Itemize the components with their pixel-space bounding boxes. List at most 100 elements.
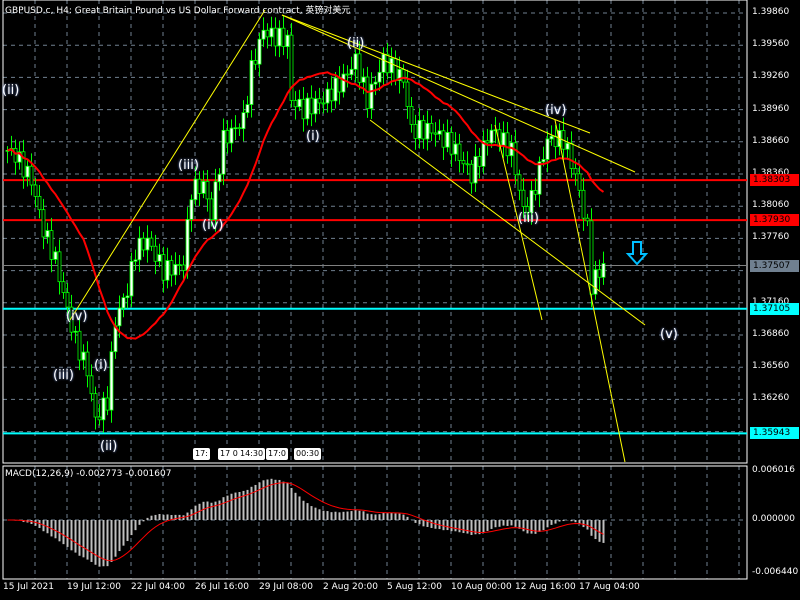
candle-bear (169, 260, 174, 276)
candle-bear (41, 209, 46, 238)
price-axis-label: 1.36260 (752, 393, 790, 404)
wave-label[interactable]: (iv) (66, 309, 87, 324)
candle-bull (217, 173, 222, 183)
candle-bull (537, 161, 542, 195)
time-marker[interactable]: 17:0 (266, 448, 288, 460)
time-marker[interactable]: 00:30 (294, 448, 322, 460)
candle-bear (433, 132, 438, 135)
time-axis-label: 17 Aug 04:00 (579, 582, 640, 592)
candle-bull (245, 104, 250, 114)
time-axis-label: 19 Jul 12:00 (67, 582, 121, 592)
candle-bear (573, 168, 578, 175)
candle-bear (505, 132, 510, 157)
candle-bull (305, 97, 310, 120)
time-axis-label: 10 Aug 00:00 (451, 582, 512, 592)
candle-bear (197, 178, 202, 194)
candle-bear (485, 140, 490, 144)
wave-label[interactable]: (ii) (2, 83, 19, 98)
candle-bull (81, 351, 86, 361)
candle-bull (261, 29, 266, 40)
candle-bear (413, 123, 418, 139)
macd-axis-label: 0.000000 (752, 514, 795, 524)
wave-label[interactable]: (iv) (545, 103, 566, 118)
main-pane-frame (2, 0, 748, 464)
candle-bull (277, 27, 282, 47)
candle-bull (201, 180, 206, 194)
candle-bear (553, 135, 558, 148)
candle-bull (121, 297, 126, 309)
macd-label: MACD(12,26,9) -0.002773 -0.001607 (5, 469, 172, 479)
time-axis-label: 26 Jul 16:00 (195, 582, 249, 592)
wave-label[interactable]: (ii) (100, 439, 117, 454)
price-axis-label: 1.38060 (752, 200, 790, 211)
time-marker[interactable]: 17: (193, 448, 210, 460)
candle-bull (549, 135, 554, 140)
wave-label[interactable]: (iii) (178, 158, 199, 173)
candle-bear (477, 156, 482, 167)
candle-bull (185, 219, 190, 271)
candle-bull (117, 307, 122, 327)
candle-bull (313, 98, 318, 115)
candle-bear (449, 132, 454, 155)
candle-bull (545, 138, 550, 160)
price-axis-label: 1.39860 (752, 7, 790, 17)
price-axis-label: 1.36860 (752, 329, 790, 339)
candle-bull (241, 112, 246, 130)
time-marker[interactable]: 17 0 (218, 448, 240, 460)
candle-bull (193, 178, 198, 201)
wave-label[interactable]: (i) (306, 129, 320, 144)
candle-bear (577, 173, 582, 191)
candle-bull (341, 73, 346, 93)
candle-bear (517, 174, 522, 191)
candle-bull (125, 295, 130, 299)
macd-axis-label: 0.006016 (752, 465, 795, 475)
candle-bear (65, 292, 70, 308)
candle-bear (457, 143, 462, 161)
time-axis-label: 22 Jul 04:00 (131, 582, 185, 592)
wave-label[interactable]: (i) (94, 358, 108, 373)
candle-bull (349, 68, 354, 76)
candle-bear (357, 53, 362, 83)
candle-bear (77, 330, 82, 361)
candle-bull (377, 71, 382, 83)
candle-bull (565, 142, 570, 150)
candle-bear (337, 77, 342, 93)
candle-bear (85, 351, 90, 377)
wave-label[interactable]: (iii) (518, 211, 539, 226)
time-axis-label: 12 Aug 16:00 (515, 582, 576, 592)
candle-bear (441, 130, 446, 148)
candle-bear (533, 190, 538, 195)
candle-bull (361, 76, 366, 83)
candle-bear (149, 237, 154, 247)
candle-bull (389, 57, 394, 74)
time-marker[interactable]: 14:30 (238, 448, 266, 460)
candle-bear (13, 148, 18, 163)
candle-bear (177, 264, 182, 266)
candle-bear (317, 98, 322, 104)
candle-bull (325, 88, 330, 104)
wave-label[interactable]: (v) (660, 327, 678, 342)
price-tag-resistance: 1.38303 (750, 174, 799, 187)
candle-bear (161, 254, 166, 281)
candle-bear (141, 237, 146, 251)
candle-bull (45, 230, 50, 238)
candle-bull (369, 83, 374, 109)
candle-bear (345, 73, 350, 76)
time-axis-label: 15 Jul 2021 (3, 582, 54, 592)
candle-bull (353, 53, 358, 70)
price-tag-current: 1.37507 (750, 259, 799, 272)
trend-line (554, 119, 626, 463)
price-axis-label: 1.36560 (752, 361, 790, 372)
candle-bear (281, 27, 286, 47)
candle-bull (541, 159, 546, 163)
candle-bear (581, 189, 586, 219)
candle-bear (521, 189, 526, 207)
candle-bull (137, 237, 142, 261)
candle-bear (393, 57, 398, 82)
candle-bull (249, 60, 254, 105)
candle-bear (409, 106, 414, 125)
wave-label[interactable]: (iii) (53, 368, 74, 383)
wave-label[interactable]: (iv) (202, 218, 223, 233)
candle-bull (221, 129, 226, 175)
wave-label[interactable]: (ii) (347, 36, 364, 51)
